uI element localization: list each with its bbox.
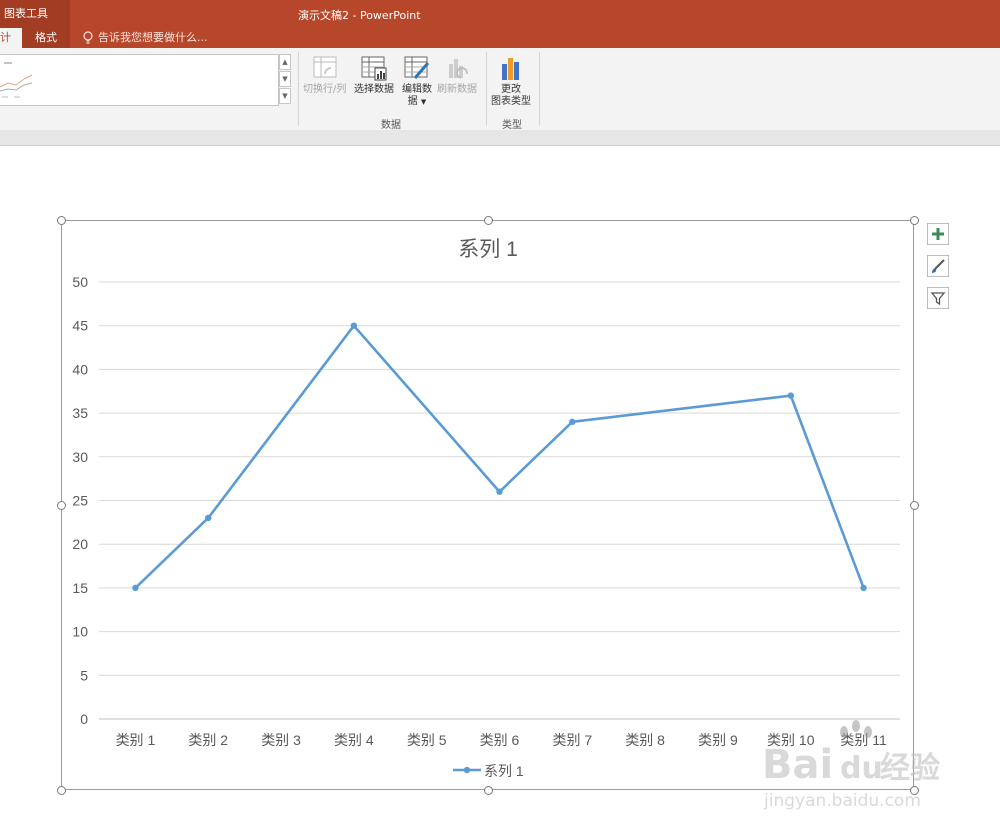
x-tick-label: 类别 6 <box>480 732 520 748</box>
y-tick-label: 30 <box>72 449 88 465</box>
data-point <box>860 584 867 592</box>
resize-handle-top[interactable] <box>484 216 493 225</box>
y-tick-label: 40 <box>72 361 88 377</box>
legend-label: 系列 1 <box>484 763 524 779</box>
watermark-brand-2: du <box>840 751 883 786</box>
chart-elements-icon <box>932 228 944 240</box>
x-tick-label: 类别 2 <box>188 732 228 748</box>
baidu-jingyan-watermark: Bai du 经验 jingyan.baidu.com <box>762 720 940 811</box>
chart-filters-button[interactable] <box>927 287 949 309</box>
data-point <box>205 514 212 522</box>
y-tick-label: 15 <box>72 580 88 596</box>
chart-elements-button[interactable] <box>927 223 949 245</box>
legend-marker <box>463 766 471 774</box>
data-point <box>787 392 794 399</box>
resize-handle-bottom[interactable] <box>484 786 493 795</box>
y-tick-label: 10 <box>72 624 88 640</box>
chart-title: 系列 1 <box>458 238 518 261</box>
paw-logo-icon <box>840 720 872 738</box>
data-point <box>350 322 358 329</box>
y-tick-label: 35 <box>72 405 88 421</box>
x-tick-label: 类别 4 <box>334 732 374 748</box>
y-tick-label: 5 <box>80 667 88 683</box>
x-tick-label: 类别 1 <box>116 732 156 748</box>
watermark-brand: Bai <box>762 742 833 788</box>
y-tick-label: 25 <box>72 493 88 509</box>
x-tick-label: 类别 3 <box>261 732 301 748</box>
resize-handle-top-left[interactable] <box>57 216 66 225</box>
line-chart[interactable]: 系列 1 0 5 10 15 20 25 30 35 40 45 50 类别 1 类别 2 类别 3 类别 4… <box>0 0 1000 830</box>
x-tick-label: 类别 5 <box>407 732 447 748</box>
data-point <box>132 584 139 592</box>
watermark-cn: 经验 <box>880 751 940 786</box>
y-tick-label: 20 <box>72 536 88 552</box>
data-point <box>569 418 576 426</box>
x-tick-label: 类别 8 <box>625 732 665 748</box>
x-tick-label: 类别 9 <box>698 732 738 748</box>
y-tick-label: 45 <box>72 318 88 334</box>
x-tick-label: 类别 7 <box>552 732 592 748</box>
chart-styles-icon <box>932 259 945 273</box>
resize-handle-top-right[interactable] <box>910 216 919 225</box>
chart-styles-button[interactable] <box>927 255 949 277</box>
chart-filters-icon <box>930 292 946 306</box>
resize-handle-bottom-left[interactable] <box>57 786 66 795</box>
y-tick-label: 50 <box>72 274 88 290</box>
data-point <box>496 488 503 495</box>
resize-handle-right[interactable] <box>910 501 919 510</box>
y-tick-label: 0 <box>80 711 88 727</box>
resize-handle-left[interactable] <box>57 501 66 510</box>
watermark-url: jingyan.baidu.com <box>763 791 921 811</box>
